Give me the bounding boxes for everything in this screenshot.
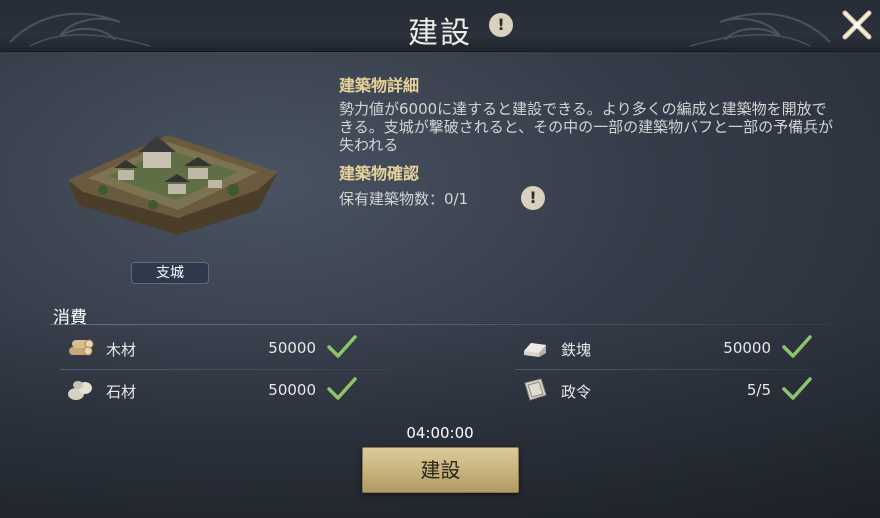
stone-icon: [68, 381, 92, 400]
check-icon: [782, 377, 812, 400]
building-name-label: 支城: [131, 262, 209, 284]
build-button[interactable]: 建設: [362, 447, 519, 493]
resource-amount: 50000: [268, 339, 316, 357]
build-timer: 04:00:00: [406, 424, 474, 442]
castle-image: [68, 135, 278, 235]
resource-amount: 5/5: [746, 381, 771, 399]
details-heading: 建築物詳細: [339, 76, 420, 95]
resource-row-wood: 木材 50000: [66, 333, 366, 363]
building-description: 勢力値が6000に達すると建設できる。より多くの編成と建築物を開放できる。支城が…: [339, 100, 834, 154]
wood-icon: [69, 339, 94, 356]
close-icon[interactable]: [840, 8, 874, 42]
iron-icon: [524, 343, 546, 357]
resource-amount: 50000: [723, 339, 771, 357]
resource-row-decree: 政令 5/5: [521, 375, 821, 405]
check-icon: [327, 335, 357, 358]
divider: [60, 369, 390, 370]
decree-icon: [524, 378, 547, 401]
check-icon: [782, 335, 812, 358]
info-icon[interactable]: !: [489, 13, 513, 37]
resource-name: 鉄塊: [561, 341, 592, 359]
confirm-heading: 建築物確認: [339, 164, 420, 183]
info-icon[interactable]: !: [521, 186, 545, 210]
divider: [50, 324, 830, 325]
owned-count: 保有建築物数：0/1: [339, 190, 469, 208]
divider: [515, 369, 815, 370]
resource-name: 政令: [561, 383, 592, 401]
resource-name: 石材: [106, 383, 137, 401]
check-icon: [327, 377, 357, 400]
resource-name: 木材: [106, 341, 137, 359]
header-bar: 建設 !: [0, 0, 880, 52]
resource-amount: 50000: [268, 381, 316, 399]
page-title: 建設: [408, 16, 472, 51]
resource-row-iron: 鉄塊 50000: [521, 333, 821, 363]
resource-row-stone: 石材 50000: [66, 375, 366, 405]
